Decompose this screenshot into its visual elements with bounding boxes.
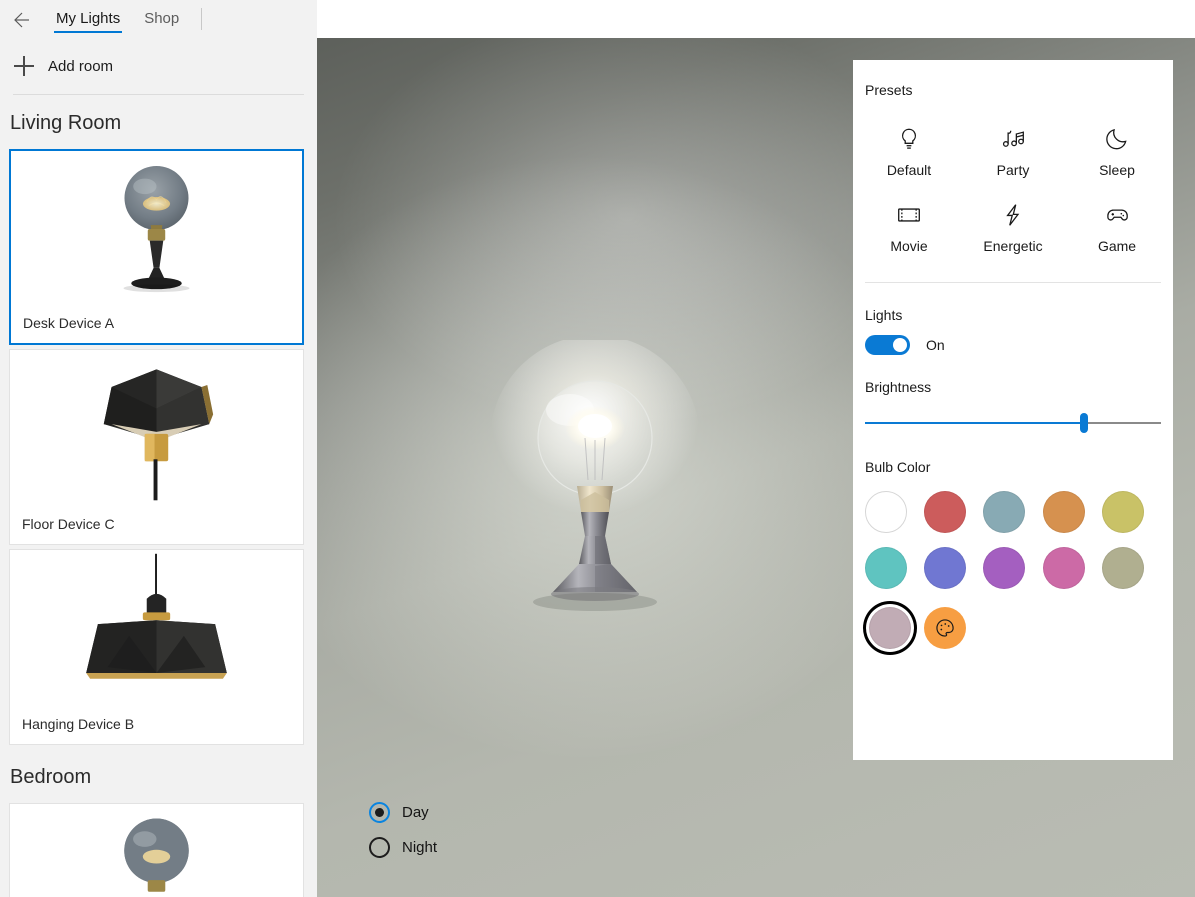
faceted-shade-lamp-thumbnail — [10, 350, 303, 508]
add-room-label: Add room — [48, 57, 114, 75]
color-swatch-steel-blue[interactable] — [983, 491, 1026, 533]
device-card-hanging-device-b[interactable]: Hanging Device B — [9, 549, 304, 745]
brightness-label: Brightness — [865, 379, 932, 395]
lights-toggle[interactable] — [865, 335, 910, 355]
app-root: My Lights Shop Add room Living Room Desk… — [0, 0, 1195, 897]
tab-bar: My Lights Shop — [44, 0, 203, 38]
preset-movie[interactable]: Movie — [857, 200, 961, 254]
add-room-button[interactable]: Add room — [0, 38, 317, 94]
swatch-cell — [924, 491, 983, 533]
slider-thumb[interactable] — [1080, 413, 1089, 433]
toggle-knob — [893, 338, 907, 352]
color-swatch-sage[interactable] — [1101, 547, 1144, 589]
slider-fill — [865, 422, 1085, 424]
tab-my-lights-label: My Lights — [56, 10, 121, 27]
custom-color-button[interactable] — [924, 607, 967, 649]
plus-icon — [14, 56, 34, 76]
swatch-cell — [924, 547, 983, 589]
device-card-desk-device-a[interactable]: Desk Device A — [9, 149, 304, 345]
preset-party[interactable]: Party — [961, 124, 1065, 178]
preset-party-label: Party — [996, 162, 1030, 178]
bulb-color-swatch-grid — [865, 491, 1161, 653]
radio-day-icon[interactable] — [369, 802, 390, 823]
tab-my-lights[interactable]: My Lights — [44, 0, 132, 38]
glowing-globe-lamp-preview — [485, 335, 705, 630]
color-swatch-orange[interactable] — [1042, 491, 1085, 533]
color-swatch-pink[interactable] — [1042, 547, 1085, 589]
back-arrow-icon[interactable] — [8, 8, 32, 32]
preset-sleep-label: Sleep — [1099, 162, 1135, 178]
pendant-lamp-thumbnail — [10, 550, 303, 708]
presets-grid: Default Party Sleep Movie Energetic Game — [853, 124, 1173, 254]
preset-movie-label: Movie — [890, 238, 928, 254]
swatch-cell — [865, 547, 924, 589]
sidebar: My Lights Shop Add room Living Room Desk… — [0, 0, 317, 897]
film-strip-icon — [894, 200, 924, 230]
swatch-cell — [1101, 547, 1161, 589]
desk-bulb-lamp-thumbnail — [10, 804, 303, 897]
swatch-cell — [983, 547, 1042, 589]
scene-mode-day[interactable]: Day — [369, 802, 437, 823]
light-control-panel: Presets Default Party Sleep Movie Energe… — [853, 60, 1173, 760]
desk-bulb-lamp-thumbnail — [11, 151, 302, 309]
swatch-cell — [865, 491, 924, 533]
color-swatch-red[interactable] — [924, 491, 967, 533]
moon-icon — [1102, 124, 1132, 154]
color-swatch-indigo[interactable] — [924, 547, 967, 589]
lights-state-label: On — [926, 337, 945, 353]
color-swatch-mauve-selected[interactable] — [869, 607, 911, 649]
scene-mode-day-label: Day — [402, 804, 429, 821]
lights-label: Lights — [865, 307, 903, 323]
swatch-cell — [1042, 547, 1102, 589]
swatch-cell — [865, 603, 924, 653]
presets-section-label: Presets — [865, 82, 913, 98]
tab-separator — [201, 8, 203, 30]
swatch-cell — [1042, 491, 1102, 533]
lights-toggle-row: On — [865, 335, 1161, 355]
preset-energetic[interactable]: Energetic — [961, 200, 1065, 254]
color-swatch-teal[interactable] — [865, 547, 907, 589]
color-swatch-purple[interactable] — [983, 547, 1026, 589]
room-title-bedroom: Bedroom — [10, 766, 92, 788]
preset-default[interactable]: Default — [857, 124, 961, 178]
panel-divider — [865, 282, 1161, 283]
preset-game[interactable]: Game — [1065, 200, 1169, 254]
device-card-floor-device-c[interactable]: Floor Device C — [9, 349, 304, 545]
preset-sleep[interactable]: Sleep — [1065, 124, 1169, 178]
preset-energetic-label: Energetic — [983, 238, 1043, 254]
device-card-label: Hanging Device B — [22, 716, 135, 732]
room-title-living-room: Living Room — [10, 112, 122, 134]
device-card-label: Desk Device A — [23, 315, 115, 331]
swatch-cell — [924, 603, 983, 653]
radio-night-icon[interactable] — [369, 837, 390, 858]
swatch-cell — [983, 491, 1042, 533]
device-card-bedroom-1[interactable] — [9, 803, 304, 897]
scene-mode-night-label: Night — [402, 839, 438, 856]
color-swatch-yellow[interactable] — [1101, 491, 1144, 533]
color-swatch-white[interactable] — [865, 491, 907, 533]
tab-shop-label: Shop — [144, 10, 180, 27]
device-card-label: Floor Device C — [22, 516, 115, 532]
brightness-slider[interactable] — [865, 411, 1161, 435]
tab-shop[interactable]: Shop — [132, 0, 191, 38]
gamepad-icon — [1102, 200, 1132, 230]
scene-mode-radio-group: Day Night — [369, 802, 437, 872]
preset-game-label: Game — [1097, 238, 1137, 254]
scene-mode-night[interactable]: Night — [369, 837, 437, 858]
lights-block: Lights On Brightness Bulb Color — [853, 307, 1173, 653]
lightning-bolt-icon — [998, 200, 1028, 230]
music-notes-icon — [998, 124, 1028, 154]
bulb-icon — [894, 124, 924, 154]
swatch-cell — [1101, 491, 1161, 533]
bulb-color-label: Bulb Color — [865, 459, 931, 475]
preset-default-label: Default — [886, 162, 932, 178]
sidebar-topbar: My Lights Shop — [0, 0, 317, 38]
